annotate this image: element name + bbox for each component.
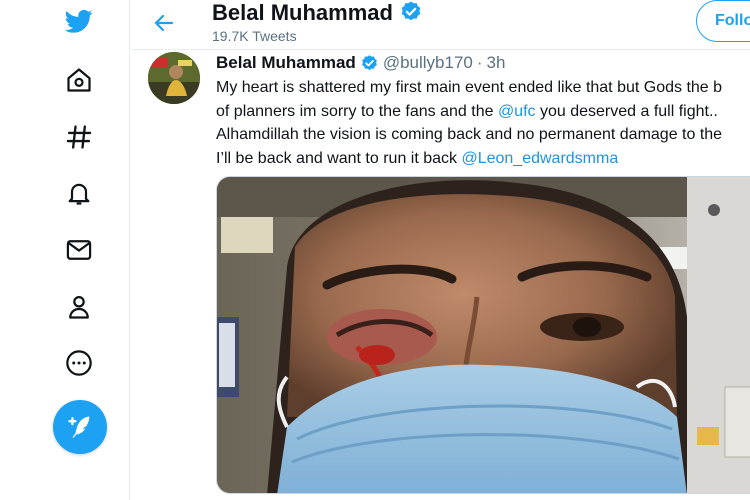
arrow-left-icon — [154, 14, 174, 32]
tweet-line: of planners im sorry to the fans and the… — [216, 100, 750, 124]
back-button[interactable] — [147, 6, 181, 40]
follow-button[interactable]: Follo — [696, 0, 750, 42]
compose-tweet-button[interactable] — [53, 400, 107, 454]
tweet-author-handle[interactable]: @bullyb170 — [383, 53, 473, 73]
tweet-line: I’ll be back and want to run it back @Le… — [216, 147, 750, 171]
home-icon[interactable] — [54, 55, 104, 105]
tweet-count: 19.7K Tweets — [212, 28, 297, 44]
verified-badge-icon — [401, 1, 421, 21]
separator-dot: · — [476, 53, 483, 72]
profile-header: Belal Muhammad 19.7K Tweets Follo — [131, 0, 750, 50]
mention-link-ufc[interactable]: @ufc — [498, 103, 536, 120]
tweet-text-segment: Alhamdillah the vision is coming back an… — [216, 126, 723, 143]
tweet-line: My heart is shattered my first main even… — [216, 76, 750, 100]
avatar[interactable] — [148, 52, 200, 104]
more-icon[interactable] — [54, 338, 104, 388]
tweet-text-segment: My heart is shattered my first main even… — [216, 79, 723, 96]
tweet-text-segment: you deserved a full fight.. — [535, 102, 718, 120]
tweet-header: Belal Muhammad @bullyb170 · 3h — [216, 52, 505, 74]
tweet-text: My heart is shattered my first main even… — [216, 76, 750, 170]
hashtag-icon[interactable] — [54, 112, 104, 162]
feather-plus-icon — [68, 416, 90, 438]
tweet-line: Alhamdillah the vision is coming back an… — [216, 123, 750, 147]
mention-link-leon[interactable]: @Leon_edwardsmma — [461, 150, 618, 167]
verified-badge-icon — [361, 54, 377, 70]
page-title: Belal Muhammad — [212, 0, 393, 25]
bell-icon[interactable] — [54, 168, 104, 218]
tweet-text-segment: of planners im sorry to the fans and the — [216, 102, 498, 120]
tweet-author-name[interactable]: Belal Muhammad — [216, 53, 356, 73]
profile-icon[interactable] — [54, 282, 104, 332]
mail-icon[interactable] — [54, 225, 104, 275]
tweet-text-segment: I’ll be back and want to run it back — [216, 149, 462, 167]
sidebar-nav — [0, 0, 130, 500]
twitter-logo-icon[interactable] — [54, 0, 104, 46]
tweet-timestamp[interactable]: 3h — [487, 53, 506, 73]
tweet-photo[interactable] — [216, 176, 750, 494]
